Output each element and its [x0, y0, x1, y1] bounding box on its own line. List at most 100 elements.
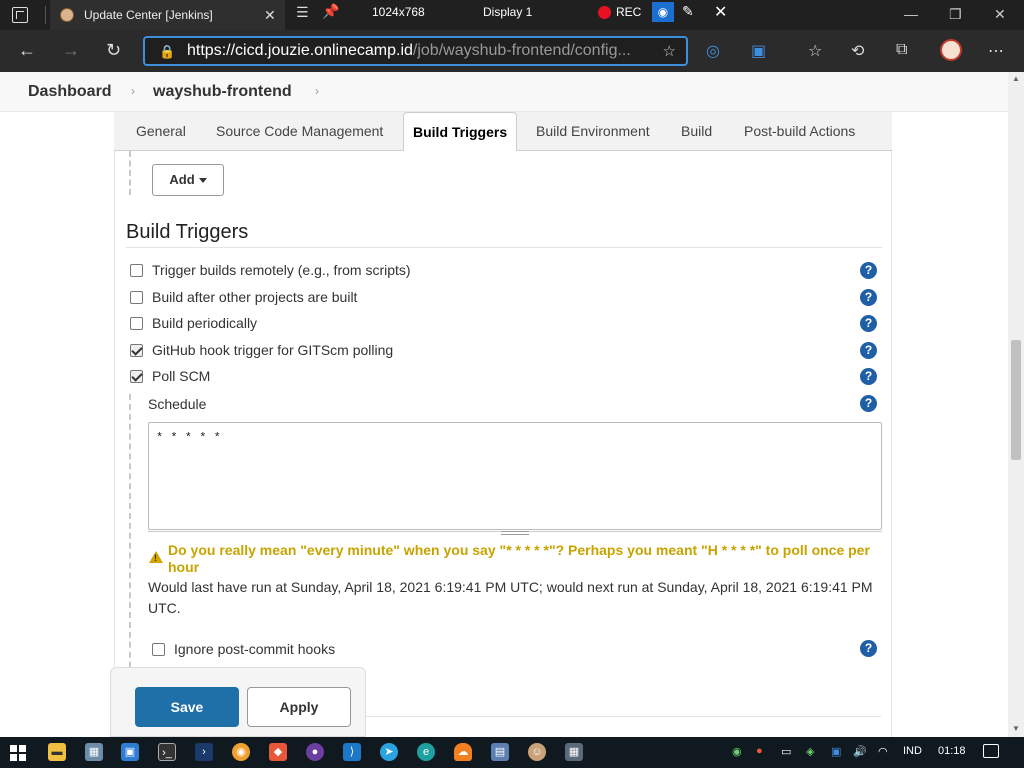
terminal-icon[interactable]: ›_: [158, 743, 176, 761]
trigger-poll-scm-checkbox[interactable]: [130, 370, 143, 383]
search-extension-icon[interactable]: ◎: [706, 41, 720, 61]
chevron-right-icon[interactable]: ›: [315, 84, 319, 98]
trigger-periodic-row: Build periodically: [130, 315, 882, 335]
pin-icon[interactable]: 📌: [322, 3, 339, 20]
pen-icon[interactable]: ✎: [682, 3, 694, 20]
app-icon[interactable]: ▦: [85, 743, 103, 761]
edge-icon[interactable]: e: [417, 743, 435, 761]
save-button[interactable]: Save: [135, 687, 239, 727]
tray-app-icon[interactable]: ●: [756, 745, 763, 757]
notifications-icon[interactable]: [983, 744, 999, 758]
vscode-icon[interactable]: ⟩: [343, 743, 361, 761]
calculator-icon[interactable]: ▦: [565, 743, 583, 761]
windows-start-icon[interactable]: [10, 745, 26, 761]
help-icon[interactable]: ?: [860, 342, 877, 359]
close-window-icon[interactable]: ✕: [994, 6, 1006, 23]
breadcrumb-job[interactable]: wayshub-frontend: [153, 83, 292, 101]
trigger-remote-label[interactable]: Trigger builds remotely (e.g., from scri…: [152, 262, 411, 278]
profile-avatar[interactable]: [940, 39, 962, 61]
cloudflare-icon[interactable]: ☁: [454, 743, 472, 761]
trigger-after-projects-label[interactable]: Build after other projects are built: [152, 289, 357, 305]
trigger-periodic-checkbox[interactable]: [130, 317, 143, 330]
schedule-warning: Do you really mean "every minute" when y…: [168, 542, 870, 575]
forward-icon[interactable]: →: [62, 40, 80, 61]
scroll-down-icon[interactable]: ▼: [1012, 724, 1020, 733]
tab-build-environment[interactable]: Build Environment: [536, 112, 650, 151]
trigger-github-hook-checkbox[interactable]: [130, 344, 143, 357]
tab-general[interactable]: General: [136, 112, 186, 151]
tab-source-code-management[interactable]: Source Code Management: [216, 112, 383, 151]
jenkins-icon[interactable]: ☺: [528, 743, 546, 761]
add-favorite-icon[interactable]: ☆: [663, 42, 676, 60]
tab-close-icon[interactable]: ✕: [264, 7, 276, 24]
powershell-icon[interactable]: ›: [195, 743, 213, 761]
tray-status-icon[interactable]: ◉: [732, 745, 742, 758]
resize-handle[interactable]: [501, 531, 529, 535]
browser-app-icon[interactable]: ◉: [232, 743, 250, 761]
trigger-github-hook-label[interactable]: GitHub hook trigger for GITScm polling: [152, 342, 393, 358]
screen-recorder-toolbar: ☰ 📌 1024x768 Display 1 REC ◉ ✎ ✕: [288, 0, 738, 26]
breadcrumb: Dashboard › wayshub-frontend ›: [0, 72, 1008, 112]
trigger-after-projects-checkbox[interactable]: [130, 291, 143, 304]
record-label[interactable]: REC: [616, 5, 641, 19]
trigger-poll-scm-label[interactable]: Poll SCM: [152, 368, 210, 384]
trigger-periodic-label[interactable]: Build periodically: [152, 315, 257, 331]
tab-build-triggers[interactable]: Build Triggers: [403, 112, 518, 151]
minimize-icon[interactable]: —: [904, 6, 918, 22]
github-icon[interactable]: ●: [306, 743, 324, 761]
camera-icon[interactable]: ◉: [652, 2, 674, 22]
volume-icon[interactable]: 🔊: [853, 745, 867, 758]
tab-title: Update Center [Jenkins]: [84, 8, 213, 22]
ignore-hooks-checkbox[interactable]: [152, 643, 165, 656]
favorites-icon[interactable]: ☆: [808, 41, 822, 61]
help-icon[interactable]: ?: [860, 262, 877, 279]
close-recorder-icon[interactable]: ✕: [714, 2, 727, 22]
back-icon[interactable]: ←: [18, 40, 36, 61]
chevron-right-icon[interactable]: ›: [131, 84, 135, 98]
screenshot-extension-icon[interactable]: ▣: [751, 41, 766, 61]
menu-icon[interactable]: ☰: [296, 4, 309, 21]
help-icon[interactable]: ?: [860, 315, 877, 332]
help-icon[interactable]: ?: [860, 640, 877, 657]
config-tabs: General Source Code Management Build Tri…: [114, 112, 892, 151]
wifi-icon[interactable]: ◠: [878, 745, 888, 758]
record-dot-icon: [598, 6, 611, 19]
remote-desktop-icon[interactable]: ▣: [121, 743, 139, 761]
apply-button[interactable]: Apply: [247, 687, 351, 727]
add-button[interactable]: Add: [152, 164, 224, 196]
language-indicator[interactable]: IND: [903, 745, 922, 757]
help-icon[interactable]: ?: [860, 368, 877, 385]
notepad-icon[interactable]: ▤: [491, 743, 509, 761]
collections-icon[interactable]: ⧉: [896, 41, 907, 59]
tab-actions-icon[interactable]: [12, 7, 28, 23]
scrollbar-thumb[interactable]: [1011, 340, 1021, 460]
browser-tab[interactable]: Update Center [Jenkins] ✕: [50, 0, 285, 30]
history-icon[interactable]: ⟲: [851, 41, 864, 61]
jenkins-favicon-icon: [60, 8, 74, 22]
restore-icon[interactable]: ❐: [949, 6, 962, 23]
tray-network-icon[interactable]: ▣: [831, 745, 841, 758]
address-bar[interactable]: 🔒 https://cicd.jouzie.onlinecamp.id/job/…: [143, 36, 688, 66]
help-icon[interactable]: ?: [860, 289, 877, 306]
telegram-icon[interactable]: ➤: [380, 743, 398, 761]
scroll-up-icon[interactable]: ▲: [1012, 74, 1020, 83]
lock-icon[interactable]: 🔒: [159, 44, 175, 60]
page-scrollbar[interactable]: ▲ ▼: [1008, 72, 1024, 737]
url-text: https://cicd.jouzie.onlinecamp.id/job/wa…: [187, 42, 631, 59]
display-label[interactable]: Display 1: [483, 5, 532, 19]
trigger-after-projects-row: Build after other projects are built: [130, 289, 882, 309]
refresh-icon[interactable]: ↻: [106, 40, 121, 61]
trigger-remote-checkbox[interactable]: [130, 264, 143, 277]
clock[interactable]: 01:18: [938, 745, 966, 757]
ignore-hooks-label[interactable]: Ignore post-commit hooks: [174, 641, 335, 657]
file-explorer-icon[interactable]: ▬: [48, 743, 66, 761]
tab-build[interactable]: Build: [681, 112, 712, 151]
schedule-input[interactable]: [148, 422, 882, 530]
tab-post-build-actions[interactable]: Post-build Actions: [744, 112, 855, 151]
more-menu-icon[interactable]: ⋯: [988, 41, 1004, 61]
tray-keyboard-icon[interactable]: ▭: [781, 745, 791, 758]
help-icon[interactable]: ?: [860, 395, 877, 412]
breadcrumb-dashboard[interactable]: Dashboard: [28, 83, 112, 101]
git-icon[interactable]: ◆: [269, 743, 287, 761]
tray-nvidia-icon[interactable]: ◈: [806, 745, 814, 758]
